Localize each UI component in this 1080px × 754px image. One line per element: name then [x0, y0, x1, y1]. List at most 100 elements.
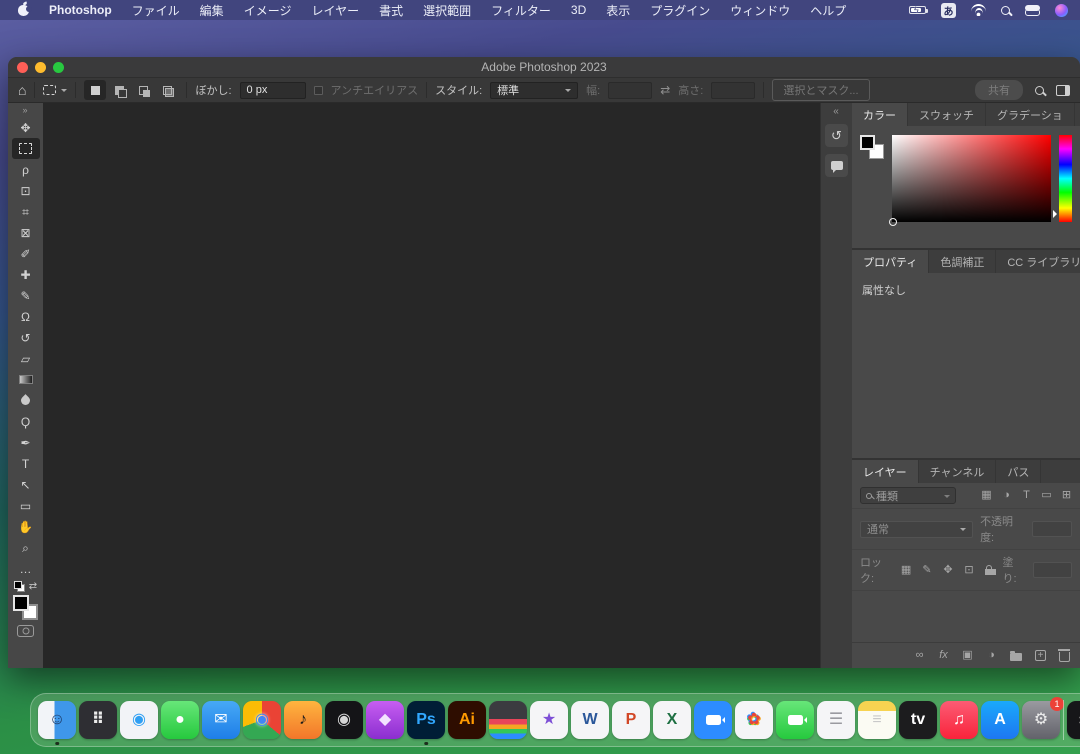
menu-item[interactable]: ヘルプ: [800, 0, 856, 21]
photos-app[interactable]: ✿: [735, 701, 773, 739]
zoom-tool[interactable]: ⌕: [12, 537, 40, 558]
affinity-photo-app[interactable]: ◆: [366, 701, 404, 739]
layer-filter-select[interactable]: 種類: [860, 487, 956, 504]
close-button[interactable]: [17, 62, 28, 73]
reminders-app[interactable]: ☰: [817, 701, 855, 739]
move-tool[interactable]: ✥: [12, 117, 40, 138]
filter-pixel-layers-icon[interactable]: ▦: [981, 490, 992, 501]
menu-item[interactable]: イメージ: [234, 0, 302, 21]
lock-artboard-icon[interactable]: ⊡: [964, 565, 975, 576]
word-app[interactable]: W: [571, 701, 609, 739]
facetime-app[interactable]: [776, 701, 814, 739]
link-layers-icon[interactable]: ∞: [914, 650, 925, 661]
control-center-icon[interactable]: [1025, 5, 1040, 16]
add-selection-mode[interactable]: [108, 80, 130, 100]
rectangular-marquee-tool[interactable]: [12, 138, 40, 159]
fullscreen-button[interactable]: [53, 62, 64, 73]
terminal-app[interactable]: >_: [1067, 701, 1080, 739]
menu-item[interactable]: 書式: [369, 0, 413, 21]
menu-item[interactable]: Photoshop: [39, 1, 122, 19]
intersect-selection-mode[interactable]: [156, 80, 178, 100]
battery-icon[interactable]: ϟ: [909, 6, 926, 14]
rectangle-tool[interactable]: ▭: [12, 495, 40, 516]
subtract-selection-mode[interactable]: [132, 80, 154, 100]
swap-colors-icon[interactable]: ⇄: [29, 581, 37, 592]
minimize-button[interactable]: [35, 62, 46, 73]
gradient-tool[interactable]: [12, 369, 40, 390]
add-adjustment-layer-icon[interactable]: ◑: [986, 650, 997, 661]
powerpoint-app[interactable]: P: [612, 701, 650, 739]
layers-list[interactable]: [852, 591, 1080, 642]
safari-app[interactable]: ◉: [120, 701, 158, 739]
panel-tab[interactable]: CC ライブラリ: [996, 250, 1080, 273]
imovie-app[interactable]: ★: [530, 701, 568, 739]
apple-menu-icon[interactable]: [18, 5, 29, 16]
menu-item[interactable]: レイヤー: [301, 0, 369, 21]
style-select[interactable]: 標準: [490, 82, 578, 99]
menu-item[interactable]: 表示: [596, 0, 640, 21]
music-app[interactable]: ♫: [940, 701, 978, 739]
type-tool[interactable]: T: [12, 453, 40, 474]
select-and-mask-button[interactable]: 選択とマスク...: [772, 79, 869, 101]
panel-tab[interactable]: 色調補正: [929, 250, 996, 273]
panel-tab[interactable]: プロパティ: [852, 250, 929, 273]
home-icon[interactable]: ⌂: [18, 83, 26, 97]
foreground-color-swatch[interactable]: [860, 135, 875, 150]
blur-tool[interactable]: [12, 390, 40, 411]
hue-slider[interactable]: [1059, 135, 1072, 222]
panel-tab[interactable]: レイヤー: [852, 460, 919, 483]
menu-item[interactable]: ウィンドウ: [720, 0, 800, 21]
expand-toolbar-icon[interactable]: »: [22, 105, 28, 117]
edit-toolbar[interactable]: …: [12, 558, 40, 579]
eraser-tool[interactable]: ▱: [12, 348, 40, 369]
comments-panel-icon[interactable]: [825, 154, 848, 177]
panel-tab[interactable]: パターン: [1075, 103, 1080, 126]
color-swatches[interactable]: [860, 135, 884, 159]
hue-slider-pointer[interactable]: [1053, 210, 1061, 218]
layer-style-icon[interactable]: fx: [938, 650, 949, 661]
spotlight-search-icon[interactable]: [1001, 6, 1010, 15]
foreground-background-swatches[interactable]: [13, 595, 38, 620]
panel-tab[interactable]: カラー: [852, 103, 908, 126]
pen-tool[interactable]: ✒: [12, 432, 40, 453]
mail-app[interactable]: ✉: [202, 701, 240, 739]
input-source-icon[interactable]: あ: [941, 3, 956, 18]
share-button[interactable]: 共有: [975, 80, 1023, 100]
eyedropper-tool[interactable]: ✐: [12, 243, 40, 264]
width-input[interactable]: [608, 82, 652, 99]
dj-disc-app[interactable]: ◉: [325, 701, 363, 739]
lock-transparency-icon[interactable]: ▦: [901, 565, 912, 576]
saturation-brightness-picker[interactable]: [892, 135, 1051, 222]
path-selection-tool[interactable]: ↖: [12, 474, 40, 495]
panel-tab[interactable]: グラデーショ: [986, 103, 1075, 126]
filter-smart-objects-icon[interactable]: ⊞: [1061, 490, 1072, 501]
history-brush-tool[interactable]: ↺: [12, 327, 40, 348]
lock-position-icon[interactable]: ✥: [943, 565, 954, 576]
filter-shape-layers-icon[interactable]: ▭: [1041, 490, 1052, 501]
lock-paint-icon[interactable]: ✎: [922, 565, 933, 576]
zoom-app[interactable]: [694, 701, 732, 739]
new-selection-mode[interactable]: [84, 80, 106, 100]
wifi-icon[interactable]: [971, 4, 986, 16]
quick-mask-button[interactable]: [17, 625, 34, 637]
photoshop-app[interactable]: Ps: [407, 701, 445, 739]
menu-item[interactable]: 3D: [561, 1, 596, 19]
window-titlebar[interactable]: Adobe Photoshop 2023: [8, 57, 1080, 77]
antialias-checkbox[interactable]: [314, 86, 323, 95]
tool-preset-picker[interactable]: [43, 85, 67, 95]
search-icon[interactable]: [1035, 86, 1044, 95]
canvas-area[interactable]: [43, 103, 820, 668]
filter-adjustment-layers-icon[interactable]: ◑: [1001, 490, 1012, 501]
add-layer-mask-icon[interactable]: ▣: [962, 650, 973, 661]
object-selection-tool[interactable]: ⊡: [12, 180, 40, 201]
lock-all-icon[interactable]: [985, 569, 996, 575]
menu-item[interactable]: フィルター: [481, 0, 561, 21]
menu-item[interactable]: 選択範囲: [413, 0, 481, 21]
illustrator-app[interactable]: Ai: [448, 701, 486, 739]
panel-tab[interactable]: スウォッチ: [908, 103, 986, 126]
spot-healing-brush-tool[interactable]: ✚: [12, 264, 40, 285]
clone-stamp-tool[interactable]: Ω: [12, 306, 40, 327]
launchpad-app[interactable]: ⠿: [79, 701, 117, 739]
final-cut-pro-app[interactable]: [489, 701, 527, 739]
panel-tab[interactable]: パス: [996, 460, 1041, 483]
